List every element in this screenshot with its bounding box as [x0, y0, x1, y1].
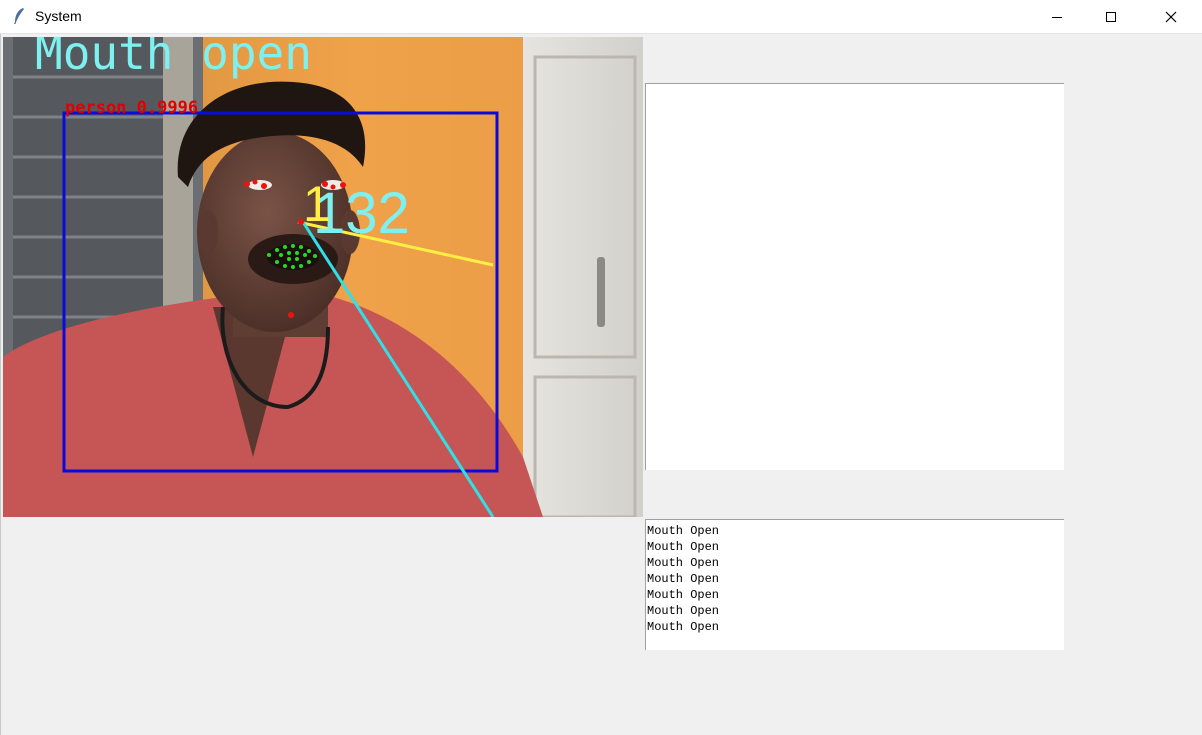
maximize-icon: [1106, 11, 1116, 22]
chin-landmark: [288, 312, 294, 318]
log-line: Mouth Open: [647, 556, 720, 570]
log-line: Mouth Open: [647, 540, 720, 554]
preview-panel: [645, 83, 1064, 470]
close-icon: [1165, 11, 1177, 22]
ear-left: [198, 210, 218, 254]
feather-icon: [14, 8, 24, 24]
close-button[interactable]: [1148, 0, 1194, 33]
eye-left: [248, 180, 272, 190]
cupboard-door: [523, 37, 643, 517]
door-handle: [597, 257, 605, 327]
title-bar: System: [0, 0, 1202, 34]
video-feed: Mouth open person 0.9996 132 1: [3, 37, 643, 517]
camera-frame: Mouth open person 0.9996 132 1: [3, 37, 643, 517]
log-line: Mouth Open: [647, 524, 720, 538]
maximize-button[interactable]: [1088, 0, 1134, 33]
angle-counter-overlay: 1: [303, 176, 331, 232]
window-title: System: [35, 8, 82, 24]
detection-label: person 0.9996: [65, 98, 198, 118]
minimize-icon: [1052, 16, 1062, 18]
log-line: Mouth Open: [647, 588, 720, 602]
log-line: Mouth Open: [647, 604, 720, 618]
mouth-status-overlay: Mouth open: [35, 37, 312, 80]
log-line: Mouth Open: [647, 620, 720, 634]
log-line: Mouth Open: [647, 572, 720, 586]
minimize-button[interactable]: [1034, 0, 1080, 33]
log-textbox[interactable]: Mouth Open Mouth Open Mouth Open Mouth O…: [645, 519, 1064, 650]
